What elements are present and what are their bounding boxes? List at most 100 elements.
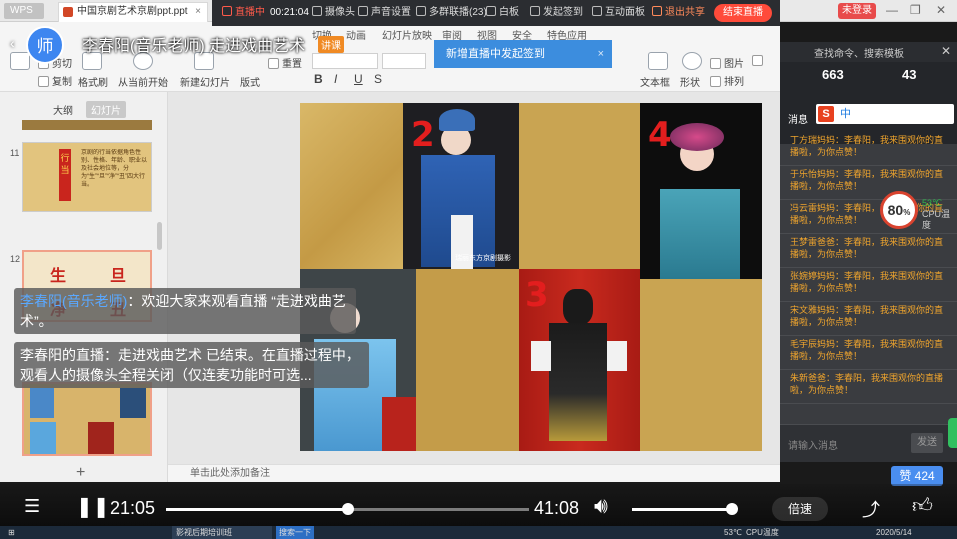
headdress (670, 123, 724, 151)
tab-outline[interactable]: 大纲 (48, 101, 78, 118)
live-status-label: 直播中 (235, 7, 265, 18)
arrange-label: 排列 (724, 77, 744, 88)
from-current-button[interactable]: 从当前开始 (118, 74, 168, 89)
login-badge[interactable]: 未登录 (838, 3, 876, 19)
maximize-icon[interactable]: ❐ (910, 3, 921, 17)
live-chat-panel: 查找命令、搜索模板 ✕ 663 43 S 中 消息 丁方瑞妈妈：李春阳，我来围观… (780, 42, 957, 462)
exit-share-button[interactable]: 退出共享 (652, 6, 705, 20)
current-slide[interactable]: 瑞丽东方京剧摄影 2 4 3 (300, 103, 762, 451)
format-painter-label[interactable]: 格式刷 (78, 74, 108, 89)
close-toast-icon[interactable]: × (598, 40, 604, 68)
fill-button[interactable] (752, 55, 766, 67)
share-icon[interactable]: ⤴ (862, 496, 880, 522)
sign-in-label: 发起签到 (543, 7, 583, 18)
side-handle[interactable] (948, 418, 957, 448)
headdress (439, 109, 475, 131)
italic-icon[interactable]: I (334, 72, 337, 86)
whiteboard-button[interactable]: 白板 (486, 6, 519, 20)
whiteboard-icon (486, 6, 496, 16)
pause-icon[interactable]: ❚❚ (76, 494, 110, 519)
volume-slider[interactable] (632, 508, 732, 511)
performer-head (563, 289, 593, 325)
slide-thumbnail-11[interactable]: 行当 京剧的行当依据角色性别、性格、年龄、职业以及社会地位等，分为“生”“旦”“… (22, 142, 152, 212)
taskbar: ⊞ 影视后期培训班 搜索一下 53℃ CPU温度 2020/5/14 (0, 526, 957, 539)
sign-in-button[interactable]: 发起签到 (530, 6, 583, 20)
font-size-select[interactable] (382, 53, 426, 69)
slide-thumbnail-13[interactable] (22, 382, 152, 456)
multi-group-button[interactable]: 多群联播(23) (416, 6, 487, 20)
close-icon[interactable]: ✕ (941, 44, 951, 58)
fill-icon (752, 55, 763, 66)
panel-scrollbar[interactable] (157, 222, 162, 250)
ime-mode: 中 (840, 108, 851, 120)
layout-button[interactable]: 版式 (240, 74, 260, 89)
camera-button[interactable]: 摄像头 (312, 6, 355, 20)
viewer-count: 663 (822, 67, 844, 82)
taskbar-item[interactable]: 影视后期培训班 (172, 526, 272, 539)
tab-slides[interactable]: 幻灯片 (86, 101, 126, 118)
start-icon[interactable]: ⊞ (8, 526, 15, 539)
photo-label: 3 (525, 275, 549, 315)
list-item: 朱新爸爸：李春阳，我来围观你的直播啦，为你点赞！ (780, 370, 957, 404)
new-slide-button[interactable]: 新建幻灯片 (180, 74, 230, 89)
thumbs-up-icon[interactable]: 👍︎ (912, 494, 933, 518)
arrange-button[interactable]: 排列 (710, 73, 744, 88)
cpu-unit: % (903, 208, 911, 217)
ppt-file-icon (63, 7, 73, 17)
online-count: 43 (902, 67, 917, 82)
back-arrow-icon[interactable]: ‹ (10, 35, 15, 51)
notes-bar[interactable]: 单击此处添加备注 (168, 464, 780, 482)
slide-11-caption: 京剧的行当依据角色性别、性格、年龄、职业以及社会地位等，分为“生”“旦”“净”“… (81, 150, 147, 188)
live-title: 李春阳(音乐老师) 走进戏曲艺术 (82, 38, 306, 55)
gold-panel (416, 269, 519, 451)
interaction-panel-button[interactable]: 互动面板 (592, 6, 645, 20)
slide-12-label-dan: 旦 (110, 268, 127, 285)
shape-icon[interactable] (682, 52, 702, 70)
likes-badge[interactable]: 赞 424 (891, 466, 943, 486)
progress-knob[interactable] (341, 503, 354, 515)
taskbar-date: 2020/5/14 (876, 528, 912, 537)
underline-icon[interactable]: U (354, 72, 363, 86)
avatar[interactable]: 师 (26, 26, 64, 64)
close-tab-icon[interactable]: × (195, 3, 201, 21)
panel-tabs: 大纲 幻灯片 (48, 101, 134, 118)
chat-text: 李春阳的直播：走进戏曲艺术 已结束。在直播过程中，观看人的摄像头全程关闭（仅连麦… (20, 347, 360, 383)
bold-icon[interactable]: B (314, 72, 323, 86)
taskbar-search[interactable]: 搜索一下 (276, 526, 314, 539)
shadow-text-icon[interactable]: S (374, 72, 382, 86)
volume-icon[interactable]: 🔊︎ (594, 493, 608, 519)
chat-input-area[interactable]: 请输入消息 发送 (780, 424, 957, 462)
cpu-temp: 53℃ CPU温度 (922, 198, 957, 231)
add-slide-icon[interactable]: + (76, 464, 85, 482)
live-status-icon (222, 6, 232, 16)
live-timer: 00:21:04 (270, 7, 309, 18)
sound-settings-button[interactable]: 声音设置 (358, 6, 411, 20)
textbox-button[interactable]: 文本框 (640, 74, 670, 89)
volume-knob[interactable] (726, 503, 738, 515)
picture-button[interactable]: 图片 (710, 55, 744, 70)
streamer-header: ‹ 师 李春阳(音乐老师) 走进戏曲艺术 讲课 (0, 22, 360, 64)
list-item: 于乐怡妈妈：李春阳，我来围观你的直播啦，为你点赞！ (780, 166, 957, 200)
shape-button[interactable]: 形状 (680, 74, 700, 89)
current-time: 21:05 (110, 498, 156, 518)
close-window-icon[interactable]: ✕ (936, 3, 946, 17)
ime-toolbar[interactable]: S 中 (816, 104, 954, 124)
opera-photo-3: 3 (519, 269, 640, 451)
slide-thumbnail-10[interactable] (22, 120, 152, 130)
danmaku-icon[interactable]: ☰ (24, 496, 40, 517)
end-live-button[interactable]: 结束直播 (714, 4, 772, 22)
send-button[interactable]: 发送 (911, 433, 943, 453)
cpu-usage-gauge[interactable]: 80% (880, 191, 918, 229)
textbox-icon[interactable] (648, 52, 668, 70)
menu-tab-slideshow[interactable]: 幻灯片放映 (382, 27, 432, 42)
minimize-icon[interactable]: — (886, 3, 898, 17)
group-icon (416, 6, 426, 16)
arrange-icon (710, 76, 721, 87)
document-tab[interactable]: 中国京剧艺术京剧ppt.ppt × (58, 2, 208, 22)
copy-button[interactable]: 复制 (38, 73, 72, 88)
command-search[interactable]: 查找命令、搜索模板 (814, 45, 904, 60)
speed-button[interactable]: 倍速 (772, 497, 828, 521)
notification-toast: 新增直播中发起签到 × (434, 40, 612, 68)
wps-logo[interactable]: WPS (4, 3, 44, 19)
microphone-icon (358, 6, 368, 16)
